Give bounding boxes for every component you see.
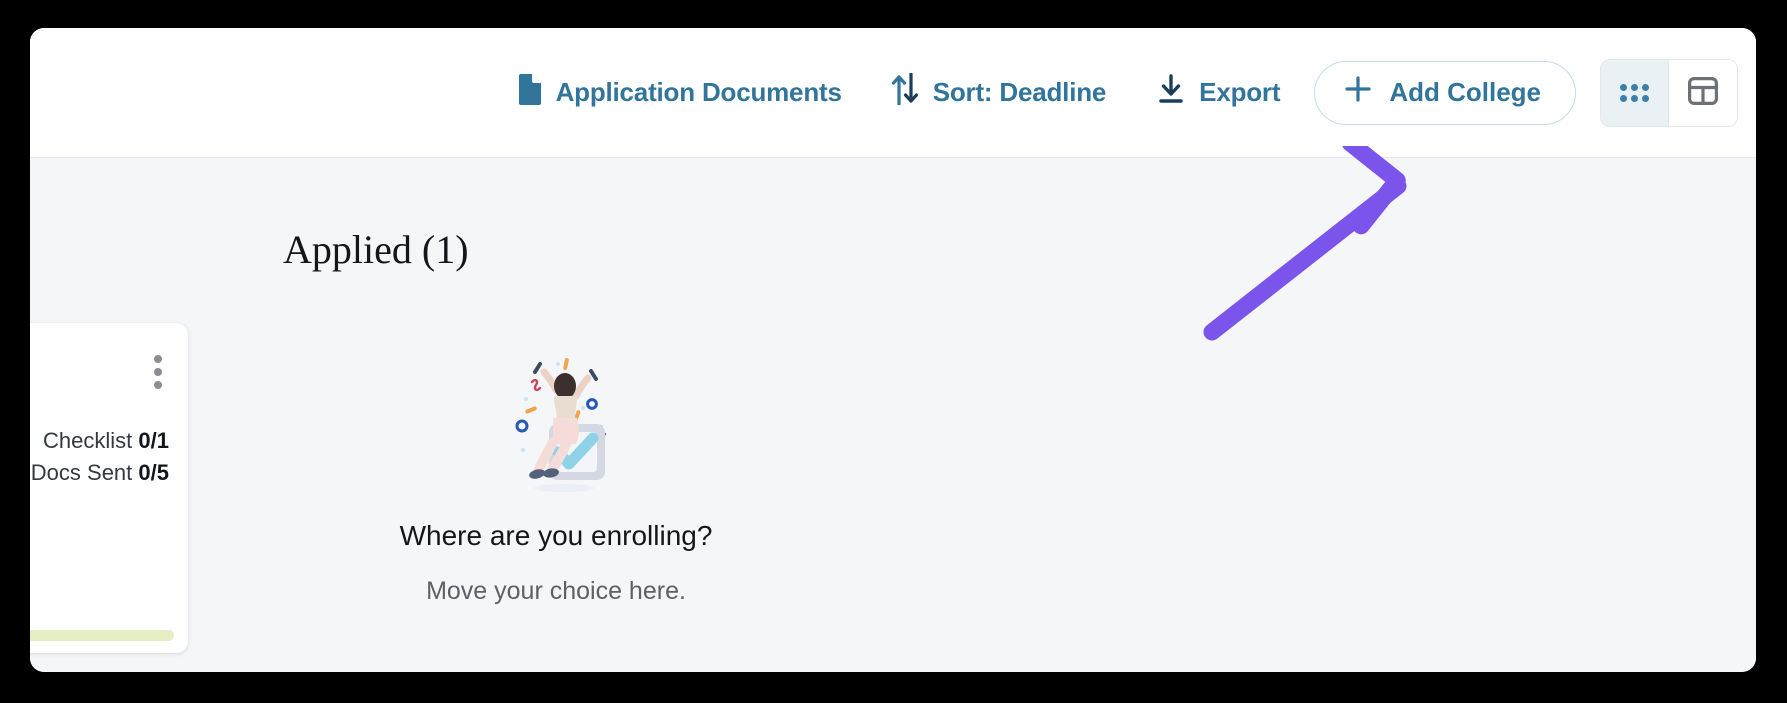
enrolling-title: Where are you enrolling?	[399, 520, 713, 551]
sort-arrows-icon	[890, 72, 920, 112]
view-toggle-group	[1600, 58, 1738, 127]
sort-label: Sort: Deadline	[932, 77, 1107, 107]
export-label: Export	[1199, 77, 1281, 107]
enrolling-subtitle: Move your choice here.	[426, 577, 686, 605]
card-docs-sent-stat: Docs Sent 0/5	[31, 460, 169, 486]
add-college-button[interactable]: Add College	[1314, 60, 1576, 125]
card-progress-bar	[30, 630, 174, 641]
view-toggle-table-button[interactable]	[1669, 59, 1737, 126]
table-icon	[1688, 77, 1718, 108]
export-button[interactable]: Export	[1152, 67, 1284, 118]
column-heading-applied: Applied (1)	[283, 227, 469, 272]
application-documents-label: Application Documents	[555, 77, 842, 107]
document-icon	[517, 73, 543, 112]
card-checklist-label: Checklist	[43, 428, 133, 453]
grid-dots-icon	[1620, 83, 1649, 102]
application-documents-button[interactable]: Application Documents	[513, 67, 846, 118]
card-progress-fill	[30, 630, 174, 641]
add-college-label: Add College	[1389, 77, 1541, 107]
celebration-checkbox-illustration	[515, 358, 607, 492]
card-checklist-value: 0/1	[138, 428, 169, 453]
college-card[interactable]: Checklist 0/1 Docs Sent 0/5	[30, 323, 188, 653]
view-toggle-grid-button[interactable]	[1601, 59, 1669, 126]
enrolling-dropzone[interactable]: Where are you enrolling? Move your choic…	[386, 338, 726, 606]
card-docs-sent-value: 0/5	[138, 460, 169, 485]
application-window: Application Documents Sort: Deadline Exp…	[30, 28, 1756, 672]
board-content-area: Applied (1) Checklist 0/1 Docs Sent 0/5	[30, 158, 1756, 672]
download-icon	[1156, 73, 1186, 112]
card-checklist-stat: Checklist 0/1	[43, 428, 169, 454]
plus-icon	[1343, 74, 1373, 111]
kebab-menu-icon[interactable]	[147, 355, 169, 389]
top-toolbar: Application Documents Sort: Deadline Exp…	[30, 28, 1756, 158]
card-docs-sent-label: Docs Sent	[30, 460, 133, 485]
sort-button[interactable]: Sort: Deadline	[886, 67, 1110, 118]
